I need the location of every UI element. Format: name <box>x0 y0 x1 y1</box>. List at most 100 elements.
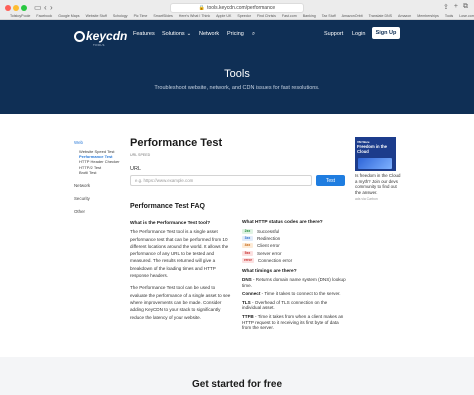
browser-toolbar: ▭ ‹ › 🔒 tools.keycdn.com/performance ⇪ +… <box>0 0 474 20</box>
bookmark-item[interactable]: Tax Stuff <box>319 12 339 20</box>
bookmark-item[interactable]: Facebook <box>33 12 55 20</box>
ad-image[interactable]: VM Ware Freedom in the Cloud <box>355 137 396 171</box>
bookmark-item[interactable]: Find Chrisis <box>254 12 279 20</box>
faq-question: What is the Performance Test tool? <box>130 221 211 226</box>
faq-question-status: What HTTP status codes are there? <box>242 220 323 225</box>
minimize-window-button[interactable] <box>13 5 19 11</box>
cta-section: Get started for free <box>0 357 474 395</box>
page-tagline: Troubleshoot website, network, and CDN i… <box>154 85 320 91</box>
bookmarks-bar: TolstoyPoole Facebook Google Maps Website S… <box>0 12 474 20</box>
timing-item: TTFB - Time it takes from when a client … <box>242 314 347 331</box>
sidebar-category-web[interactable]: Web <box>74 140 124 145</box>
chevron-down-icon: ⌄ <box>186 31 192 37</box>
nav-pricing[interactable]: Pricing <box>227 31 244 37</box>
status-code-list: 2xx Successful 3xx Redirection 4xx Client err… <box>242 228 347 264</box>
status-code-row: 4xx Client error <box>242 242 347 249</box>
zoom-window-button[interactable] <box>21 5 27 11</box>
timing-term: TLS <box>242 299 251 305</box>
ad-graphic <box>358 158 392 169</box>
cta-heading: Get started for free <box>191 379 283 390</box>
bookmark-item[interactable]: TolstoyPoole <box>7 12 33 20</box>
search-icon[interactable]: ⌕ <box>252 31 255 38</box>
tools-sidebar: Web Website Speed Test Performance Test HT… <box>74 140 124 214</box>
status-code-row: 2xx Successful <box>242 228 347 235</box>
bookmark-item[interactable]: Speedor <box>234 12 254 20</box>
sidebar-item-web-tool[interactable]: HTTP Header Checker <box>74 159 124 164</box>
bookmark-item[interactable]: Tools <box>442 12 456 20</box>
faq-answer-paragraph: The Performance Test tool can be used to… <box>130 285 231 320</box>
status-badge: 5xx <box>242 250 253 256</box>
timing-description: - Overhead of TLS connection on the indi… <box>242 299 328 311</box>
tool-title: Performance Test <box>130 137 223 149</box>
test-button[interactable]: Test <box>316 175 345 186</box>
bookmark-item[interactable]: Amazon <box>395 12 414 20</box>
url-input[interactable]: e.g. https://www.example.com <box>130 175 312 186</box>
bookmark-item[interactable]: Schology <box>110 12 131 20</box>
status-badge: error <box>242 257 254 263</box>
tab-overview-icon[interactable]: ⧉ <box>463 3 468 11</box>
new-tab-icon[interactable]: + <box>454 3 458 11</box>
sidebar-item-web-tool[interactable]: Brotli Test <box>74 170 124 175</box>
status-label: Connection error <box>257 257 293 263</box>
bookmark-item[interactable]: Here's What I Think <box>176 12 213 20</box>
timing-item: Connect - Time it takes to connect to th… <box>242 291 347 297</box>
status-label: Server error <box>257 250 282 256</box>
url-label: URL <box>130 166 142 172</box>
timing-description: - Time it takes from when a client makes… <box>242 313 344 331</box>
timing-description: - Returns domain name system (DNS) looku… <box>242 276 346 288</box>
faq-question-timings: What timings are there? <box>242 268 297 274</box>
status-label: Client error <box>257 243 280 249</box>
bookmark-item[interactable]: SmartSlides <box>150 12 175 20</box>
close-window-button[interactable] <box>5 5 11 11</box>
keycdn-logo[interactable]: keycdn <box>74 29 127 43</box>
logo-subtitle: TOOLS <box>93 43 105 47</box>
bookmark-item[interactable]: Memberships <box>414 12 442 20</box>
sidebar-category-network[interactable]: Network <box>74 183 124 188</box>
nav-solutions-label: Solutions <box>162 31 185 37</box>
bookmark-item[interactable]: Banking <box>300 12 319 20</box>
ad-headline: Freedom in the Cloud <box>357 144 388 154</box>
timing-term: Connect <box>242 291 261 297</box>
timing-item: DNS - Returns domain name system (DNS) l… <box>242 277 347 288</box>
signup-button[interactable]: Sign Up <box>372 27 400 39</box>
timing-description: - Time it takes to connect to the server… <box>260 291 341 297</box>
status-badge: 3xx <box>242 236 253 242</box>
carbon-ad[interactable]: VM Ware Freedom in the Cloud Is freedom … <box>355 137 403 209</box>
bookmark-item[interactable]: Pic Time <box>131 12 151 20</box>
status-label: Redirection <box>257 236 281 242</box>
page-title: Tools <box>224 68 250 80</box>
status-code-row: error Connection error <box>242 257 347 264</box>
status-code-row: 5xx Server error <box>242 250 347 257</box>
status-label: Successful <box>257 229 280 235</box>
nav-solutions[interactable]: Solutions ⌄ <box>162 31 191 37</box>
faq-left-column: What is the Performance Test tool? The P… <box>130 220 233 326</box>
sidebar-category-security[interactable]: Security <box>74 196 124 201</box>
share-icon[interactable]: ⇪ <box>443 3 449 11</box>
bookmark-item[interactable]: Website Stuff <box>83 12 110 20</box>
status-badge: 4xx <box>242 243 253 249</box>
faq-heading: Performance Test FAQ <box>130 203 205 210</box>
faq-right-column: What HTTP status codes are there? 2xx Suc… <box>242 220 347 334</box>
bookmark-item[interactable]: AmazonOrbit <box>339 12 366 20</box>
bookmark-item[interactable]: Translate DNS <box>366 12 395 20</box>
address-bar-url: tools.keycdn.com/performance <box>207 5 276 11</box>
status-code-row: 3xx Redirection <box>242 235 347 242</box>
bookmark-item[interactable]: Fast.com <box>279 12 300 20</box>
ad-text[interactable]: Is freedom in the Cloud a myth? Join our… <box>355 173 403 195</box>
timing-list: DNS - Returns domain name system (DNS) l… <box>242 277 347 331</box>
bookmark-item[interactable]: Lose.com <box>456 12 474 20</box>
bookmark-item[interactable]: Google Maps <box>55 12 82 20</box>
sidebar-category-other[interactable]: Other <box>74 209 124 214</box>
timing-term: TTFB <box>242 313 254 319</box>
keycdn-logo-icon <box>74 30 85 42</box>
nav-login[interactable]: Login <box>352 31 365 37</box>
nav-support[interactable]: Support <box>324 31 343 37</box>
lock-icon: 🔒 <box>198 5 206 11</box>
ad-via-link[interactable]: ads via Carbon <box>355 197 403 201</box>
timing-item: TLS - Overhead of TLS connection on the … <box>242 300 347 311</box>
logo-text: keycdn <box>86 29 128 43</box>
bookmark-item[interactable]: Apple UK <box>213 12 234 20</box>
nav-features[interactable]: Features <box>133 31 155 37</box>
nav-network[interactable]: Network <box>199 31 219 37</box>
status-badge: 2xx <box>242 229 253 235</box>
